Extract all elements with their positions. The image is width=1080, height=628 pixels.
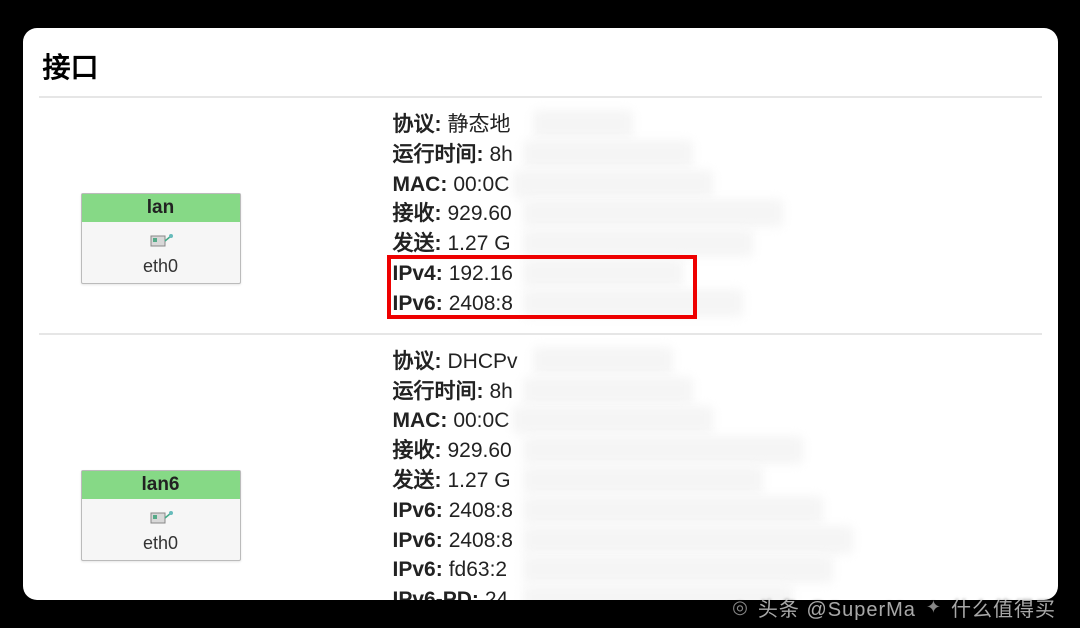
value-rx: 929.60: [448, 436, 512, 466]
label-protocol: 协议:: [393, 110, 442, 140]
interface-badge-lan[interactable]: lan eth0: [81, 193, 241, 284]
label-ipv6pd: IPv6-PD:: [393, 585, 479, 600]
interface-row: lan eth0 协议: 静态地 运行时间:: [23, 98, 1058, 325]
label-tx: 发送:: [393, 466, 442, 496]
interface-badge-container: lan6 eth0: [33, 347, 393, 600]
label-tx: 发送:: [393, 229, 442, 259]
info-line-rx: 接收: 929.60: [393, 436, 1048, 466]
watermark-icon: ◎: [732, 597, 748, 618]
interface-name: lan: [82, 194, 240, 222]
info-line-mac: MAC: 00:0C: [393, 170, 1048, 200]
info-line-protocol: 协议: 静态地: [393, 110, 1048, 140]
interface-device: eth0: [82, 254, 240, 283]
interface-details: 协议: DHCPv 运行时间: 8h MAC: 00:0C 接收: 929.60…: [393, 347, 1048, 600]
value-ipv6: 2408:8: [449, 289, 513, 319]
value-tx: 1.27 G: [448, 466, 511, 496]
value-ipv4: 192.16: [449, 259, 513, 289]
page-title: 接口: [23, 28, 1058, 96]
interface-row: lan6 eth0 协议: DHCPv 运行时间:: [23, 335, 1058, 600]
info-line-protocol: 协议: DHCPv: [393, 347, 1048, 377]
label-mac: MAC:: [393, 406, 448, 436]
info-line-ipv4: IPv4: 192.16: [393, 259, 1048, 289]
info-line-mac: MAC: 00:0C: [393, 406, 1048, 436]
label-protocol: 协议:: [393, 347, 442, 377]
interface-device: eth0: [82, 531, 240, 560]
info-line-rx: 接收: 929.60: [393, 199, 1048, 229]
nic-icon: [82, 226, 240, 254]
info-line-ipv6: IPv6: 2408:8: [393, 289, 1048, 319]
value-protocol: 静态地: [448, 110, 511, 140]
interfaces-panel: 接口 lan eth0 协议: 静态地: [23, 28, 1058, 600]
interface-badge-lan6[interactable]: lan6 eth0: [81, 470, 241, 561]
value-mac: 00:0C: [453, 170, 509, 200]
value-protocol: DHCPv: [448, 347, 518, 377]
label-rx: 接收:: [393, 436, 442, 466]
interface-name: lan6: [82, 471, 240, 499]
watermark-icon: ✦: [926, 597, 941, 618]
info-line-tx: 发送: 1.27 G: [393, 466, 1048, 496]
value-tx: 1.27 G: [448, 229, 511, 259]
info-line-ipv6: IPv6: 2408:8: [393, 526, 1048, 556]
info-line-ipv6: IPv6: fd63:2: [393, 555, 1048, 585]
info-line-tx: 发送: 1.27 G: [393, 229, 1048, 259]
info-line-uptime: 运行时间: 8h: [393, 140, 1048, 170]
value-mac: 00:0C: [453, 406, 509, 436]
label-ipv6-c: IPv6:: [393, 555, 443, 585]
value-ipv6pd: 24: [485, 585, 508, 600]
label-ipv6-a: IPv6:: [393, 496, 443, 526]
watermark-left: 头条 @SuperMa: [758, 593, 916, 622]
value-rx: 929.60: [448, 199, 512, 229]
interface-badge-container: lan eth0: [33, 110, 393, 319]
value-ipv6-c: fd63:2: [449, 555, 507, 585]
label-uptime: 运行时间:: [393, 377, 484, 407]
watermark-right: 什么值得买: [951, 593, 1056, 622]
label-ipv6: IPv6:: [393, 289, 443, 319]
interface-details: 协议: 静态地 运行时间: 8h MAC: 00:0C 接收: 929.60 发…: [393, 110, 1048, 319]
value-uptime: 8h: [490, 377, 513, 407]
info-line-uptime: 运行时间: 8h: [393, 377, 1048, 407]
value-ipv6-a: 2408:8: [449, 496, 513, 526]
value-uptime: 8h: [490, 140, 513, 170]
watermark: ◎ 头条 @SuperMa ✦ 什么值得买: [732, 593, 1056, 622]
nic-icon: [82, 503, 240, 531]
label-ipv4: IPv4:: [393, 259, 443, 289]
label-ipv6-b: IPv6:: [393, 526, 443, 556]
label-rx: 接收:: [393, 199, 442, 229]
label-uptime: 运行时间:: [393, 140, 484, 170]
info-line-ipv6: IPv6: 2408:8: [393, 496, 1048, 526]
label-mac: MAC:: [393, 170, 448, 200]
value-ipv6-b: 2408:8: [449, 526, 513, 556]
